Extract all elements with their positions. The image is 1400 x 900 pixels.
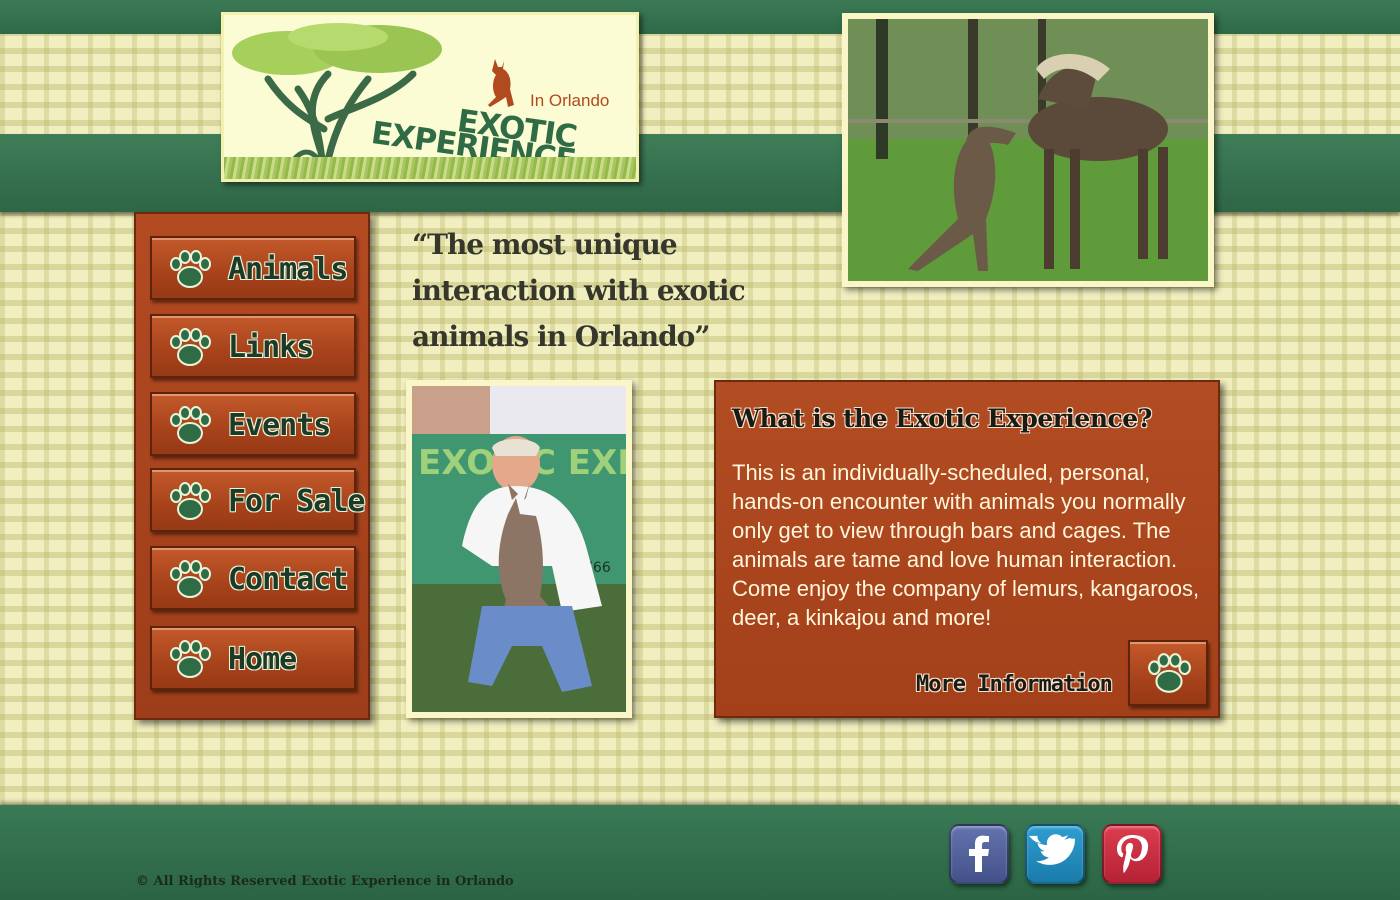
more-information-button[interactable] bbox=[1128, 640, 1208, 706]
tagline-quote: “The most unique interaction with exotic… bbox=[412, 228, 746, 353]
facebook-glyph bbox=[969, 835, 989, 872]
site-logo[interactable]: In Orlando EXOTIC EXPERIENCE bbox=[221, 12, 639, 182]
paw-icon bbox=[170, 328, 211, 366]
nav-button-label: For Sale bbox=[228, 484, 365, 519]
paw-icon bbox=[170, 250, 211, 288]
photo-kangaroo-and-pony-image bbox=[848, 19, 1208, 281]
paw-icon bbox=[170, 406, 211, 444]
photo-kangaroo-and-pony bbox=[842, 13, 1214, 287]
twitter-icon[interactable] bbox=[1025, 824, 1085, 884]
grass-decoration bbox=[224, 157, 636, 179]
nav-button-label: Links bbox=[228, 330, 314, 365]
nav-button-contact[interactable]: Contact bbox=[150, 546, 356, 610]
kangaroo-icon bbox=[488, 59, 514, 107]
pinterest-glyph bbox=[1117, 835, 1149, 873]
nav-button-events[interactable]: Events bbox=[150, 392, 356, 456]
pinterest-icon[interactable] bbox=[1102, 824, 1162, 884]
info-title: What is the Exotic Experience? bbox=[732, 404, 1152, 433]
nav-button-label: Events bbox=[228, 408, 331, 443]
more-information-link[interactable]: More Information bbox=[916, 672, 1113, 697]
paw-icon bbox=[170, 482, 211, 520]
nav-button-home[interactable]: Home bbox=[150, 626, 356, 690]
nav-panel: Animals Links Events For Sale Contact Ho… bbox=[134, 212, 370, 720]
nav-button-label: Contact bbox=[228, 562, 348, 597]
logo-location: In Orlando bbox=[530, 91, 610, 110]
info-box: What is the Exotic Experience? This is a… bbox=[714, 380, 1220, 718]
paw-icon bbox=[1148, 653, 1191, 693]
nav-button-for-sale[interactable]: For Sale bbox=[150, 468, 365, 532]
paw-icon bbox=[170, 640, 211, 678]
twitter-glyph bbox=[1028, 834, 1075, 865]
nav-button-label: Animals bbox=[228, 252, 348, 287]
copyright-text: © All Rights Reserved Exotic Experience … bbox=[136, 874, 514, 889]
facebook-icon[interactable] bbox=[949, 824, 1009, 884]
paw-icon bbox=[170, 560, 211, 598]
photo-man-with-kangaroo: EXOTIC EXPE 766 bbox=[406, 380, 632, 718]
nav-button-animals[interactable]: Animals bbox=[150, 236, 356, 300]
nav-button-label: Home bbox=[228, 642, 297, 677]
photo-man-with-kangaroo-image: EXOTIC EXPE 766 bbox=[412, 386, 626, 712]
nav-button-links[interactable]: Links bbox=[150, 314, 356, 378]
info-text: This is an individually-scheduled, perso… bbox=[732, 460, 1200, 630]
